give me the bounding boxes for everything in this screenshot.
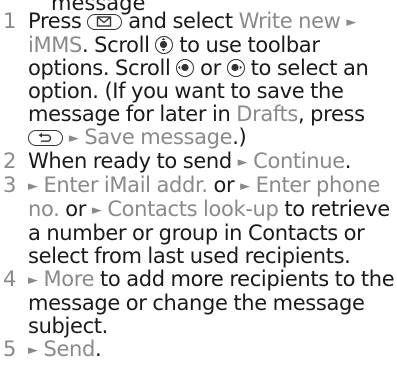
arrow-icon: ► (237, 155, 248, 170)
step-text: . (344, 149, 352, 173)
nav-left-icon (176, 59, 195, 77)
command-label: More (43, 267, 95, 291)
step-4: 4 ► More to add more recipients to the me… (0, 268, 397, 338)
step-text: or (200, 56, 221, 80)
back-key-icon (28, 130, 63, 146)
instruction-page: message 1 Press and select Write new ► iM… (0, 0, 397, 376)
envelope-key-icon (87, 14, 123, 30)
step-5: 5 ► Send. (0, 338, 397, 362)
step-number: 2 (3, 149, 17, 173)
step-number: 1 (3, 9, 17, 33)
command-label: Contacts look-up (107, 197, 279, 221)
command-label: Save message (84, 125, 233, 149)
step-text: and select (128, 9, 233, 33)
command-label: Enter iMail addr. (43, 173, 208, 197)
step-number: 5 (3, 337, 17, 361)
command-label: Send (43, 337, 95, 361)
step-text: . (94, 337, 102, 361)
step-text: .) (232, 125, 247, 149)
step-number: 3 (3, 173, 17, 197)
step-text: or (213, 173, 235, 197)
command-label: Continue (253, 149, 345, 173)
command-label: Drafts (236, 102, 299, 126)
step-3: 3 ► Enter iMail addr. or ► Enter phone no… (0, 174, 397, 268)
arrow-icon: ► (28, 179, 38, 194)
step-text: When ready to send (28, 149, 232, 173)
arrow-icon: ► (91, 203, 102, 218)
step-text: or (65, 197, 87, 221)
nav-right-icon (226, 59, 245, 77)
command-label: iMMS (28, 33, 83, 57)
arrow-icon: ► (346, 15, 356, 30)
step-number: 4 (3, 267, 17, 291)
arrow-icon: ► (68, 131, 79, 146)
step-text: , press (298, 102, 365, 126)
step-2: 2 When ready to send ► Continue. (0, 150, 397, 174)
step-text: Press (28, 9, 82, 33)
nav-updown-icon (155, 36, 174, 54)
step-1: 1 Press and select Write new ► iMMS. Scro… (0, 10, 397, 150)
arrow-icon: ► (240, 179, 250, 194)
step-text: . Scroll (82, 33, 150, 57)
arrow-icon: ► (28, 273, 38, 288)
command-label: Write new (238, 9, 341, 33)
steps-list: 1 Press and select Write new ► iMMS. Scro… (0, 10, 397, 362)
arrow-icon: ► (28, 343, 38, 358)
